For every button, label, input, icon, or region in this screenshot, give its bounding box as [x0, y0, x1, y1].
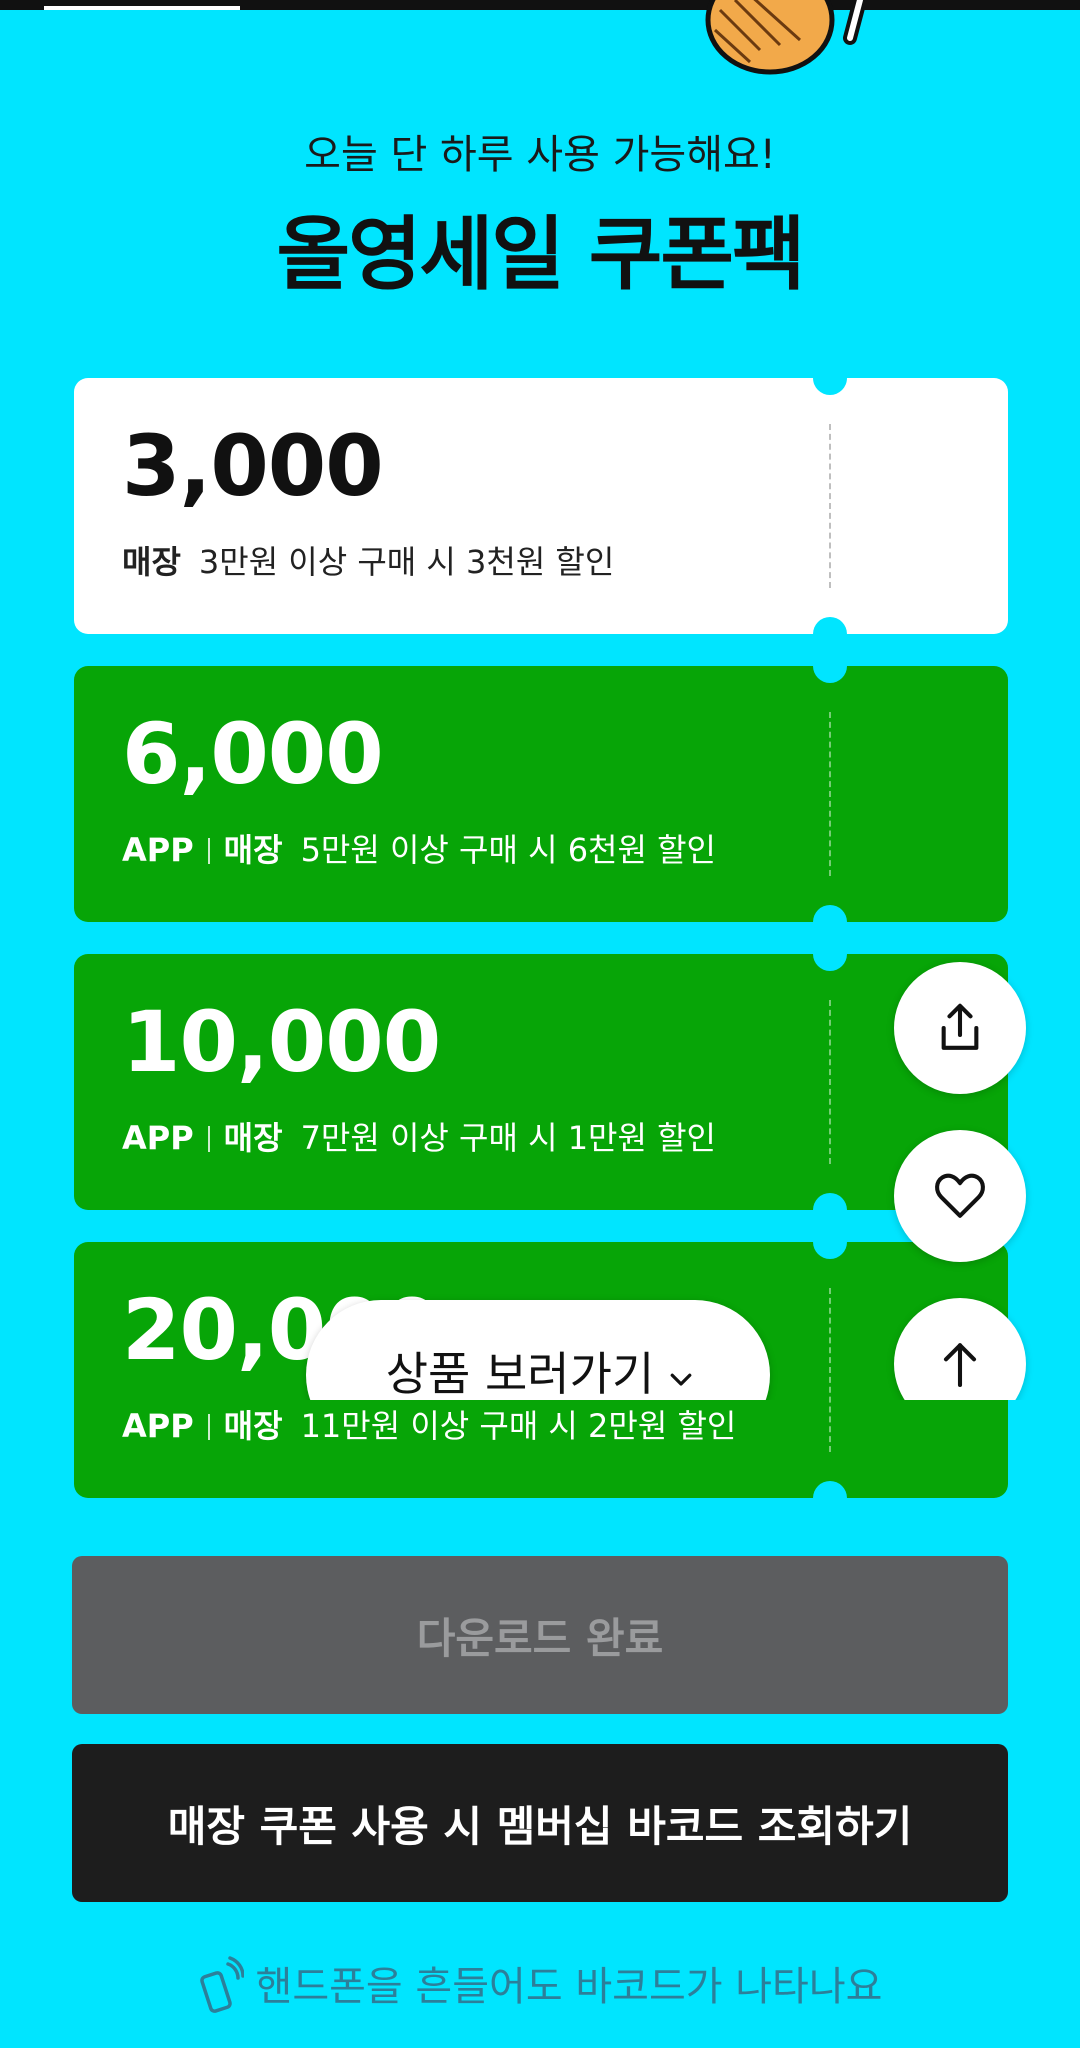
ticket-perforation: [829, 712, 831, 876]
coupon-amount: 3,000: [122, 417, 384, 515]
coupon-channel-store: 매장: [122, 543, 181, 581]
shake-hint-text: 핸드폰을 흔들어도 바코드가 나타나요: [255, 1964, 883, 2010]
coupon-condition: 7만원 이상 구매 시 1만원 할인: [300, 1119, 716, 1157]
channel-divider: [207, 1414, 210, 1440]
coupon-channel-store: 매장: [223, 831, 283, 869]
scroll-top-clip: [880, 1290, 1040, 1400]
browse-products-button[interactable]: 상품 보러가기: [306, 1300, 770, 1400]
arrow-up-icon: [943, 1343, 977, 1388]
coupon-channel-store: 매장: [223, 1119, 283, 1157]
share-icon: [941, 1003, 979, 1050]
ticket-perforation: [829, 1288, 831, 1452]
phone-shake-icon: [199, 1956, 245, 2013]
coupon-amount: 10,000: [122, 993, 441, 1091]
channel-divider: [207, 1126, 210, 1152]
channel-divider: [207, 838, 210, 864]
download-complete-button[interactable]: 다운로드 완료: [72, 1556, 1008, 1714]
shake-hint: 핸드폰을 흔들어도 바코드가 나타나요: [0, 1954, 1080, 2014]
page-subtitle: 오늘 단 하루 사용 가능해요!: [304, 132, 776, 178]
coupon-10000[interactable]: 10,000 APP 매장 7만원 이상 구매 시 1만원 할인: [74, 937, 1008, 1227]
coupon-3000[interactable]: 3,000 매장 3만원 이상 구매 시 3천원 할인: [74, 361, 1008, 651]
coupon-channel-app: APP: [122, 1119, 194, 1157]
coupon-description: APP 매장 5만원 이상 구매 시 6천원 할인: [122, 834, 716, 866]
scroll-top-button[interactable]: [894, 1298, 1026, 1400]
browse-products-label: 상품 보러가기: [385, 1347, 655, 1400]
ticket-notch-top: [813, 649, 847, 683]
browse-products-clip: 상품 보러가기: [300, 1294, 780, 1400]
membership-barcode-button[interactable]: 매장 쿠폰 사용 시 멤버십 바코드 조회하기: [72, 1744, 1008, 1902]
illustration-icon: [705, 0, 867, 75]
browse-products-label-wrap: 상품 보러가기: [306, 1338, 776, 1400]
ticket-perforation: [829, 424, 831, 588]
coupon-description: APP 매장 11만원 이상 구매 시 2만원 할인: [122, 1410, 736, 1442]
coupon-amount: 6,000: [122, 705, 384, 803]
chevron-down-icon: [670, 1373, 692, 1386]
ticket-notch-top: [813, 361, 847, 395]
page-title: 올영세일 쿠폰팩: [276, 208, 805, 301]
share-button[interactable]: [894, 962, 1026, 1094]
ticket-notch-bottom: [813, 1481, 847, 1515]
status-bar-indicator: [44, 6, 240, 10]
coupon-condition: 11만원 이상 구매 시 2만원 할인: [300, 1407, 737, 1445]
heart-icon: [935, 1173, 985, 1218]
coupon-description: 매장 3만원 이상 구매 시 3천원 할인: [122, 546, 614, 578]
coupon-channel-app: APP: [122, 1407, 194, 1445]
ticket-perforation: [829, 1000, 831, 1164]
coupon-description: APP 매장 7만원 이상 구매 시 1만원 할인: [122, 1122, 716, 1154]
ticket-notch-top: [813, 1225, 847, 1259]
status-bar: [0, 0, 1080, 10]
coupon-condition: 3만원 이상 구매 시 3천원 할인: [198, 543, 615, 581]
coupon-6000[interactable]: 6,000 APP 매장 5만원 이상 구매 시 6천원 할인: [74, 649, 1008, 939]
ticket-notch-top: [813, 937, 847, 971]
coupon-channel-store: 매장: [223, 1407, 283, 1445]
ticket-notch-bottom: [813, 617, 847, 651]
coupon-channel-app: APP: [122, 831, 194, 869]
ticket-notch-bottom: [813, 1193, 847, 1227]
like-button[interactable]: [894, 1130, 1026, 1262]
ticket-notch-bottom: [813, 905, 847, 939]
coupon-condition: 5만원 이상 구매 시 6천원 할인: [300, 831, 716, 869]
